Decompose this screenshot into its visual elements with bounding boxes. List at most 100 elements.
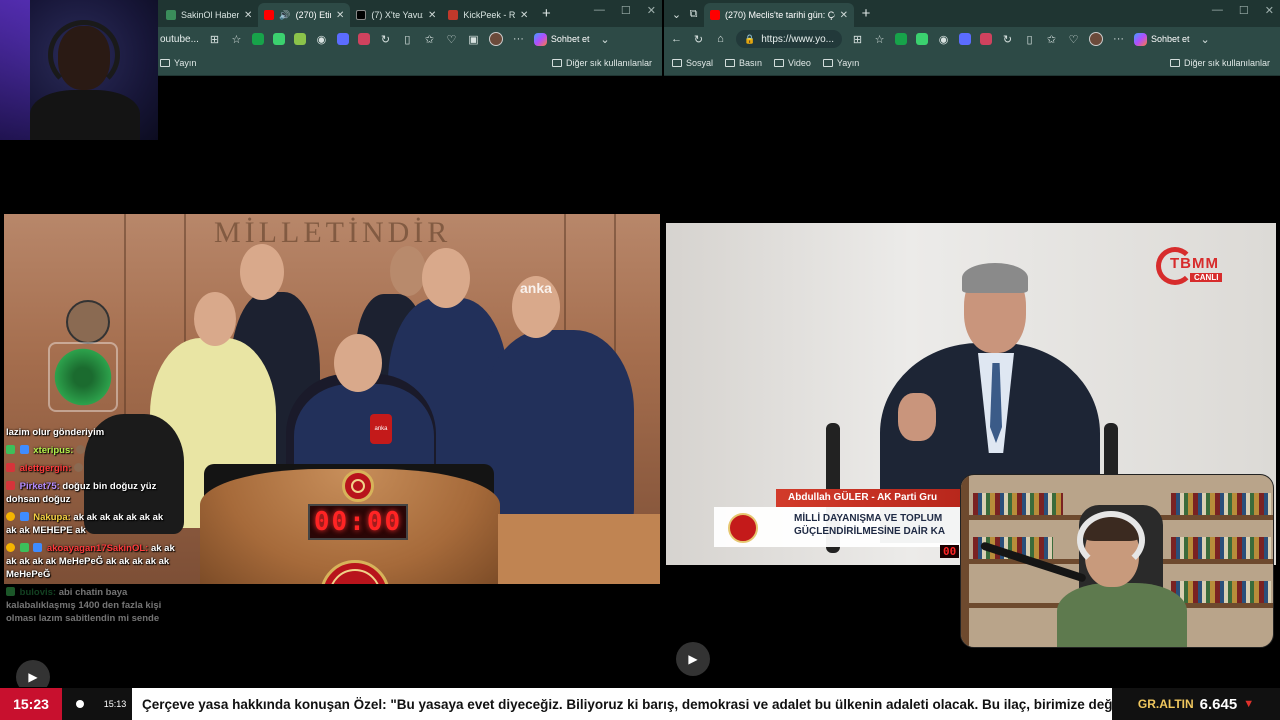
close-window-icon[interactable]: ✕ xyxy=(647,4,656,17)
folder-icon xyxy=(725,59,736,67)
extension-icon[interactable] xyxy=(895,33,908,45)
bookmark-folder-basin[interactable]: Basın xyxy=(725,58,762,68)
side-desk xyxy=(498,514,660,584)
favorites-icon[interactable]: ✩ xyxy=(1045,33,1058,46)
books xyxy=(1171,537,1271,559)
other-favorites[interactable]: Diğer sık kullanılanlar xyxy=(551,58,652,68)
tab-actions-icon[interactable]: ⌄ xyxy=(670,8,683,21)
chat-badge xyxy=(6,587,15,596)
emote-overlay xyxy=(48,342,118,412)
favorite-star-icon[interactable]: ☆ xyxy=(873,33,886,46)
bookmark-folder-yayin[interactable]: Yayın xyxy=(822,58,859,68)
refresh-extension-icon[interactable]: ↻ xyxy=(379,33,392,46)
close-icon[interactable]: ✕ xyxy=(840,10,848,21)
chevron-down-icon[interactable]: ⌄ xyxy=(598,33,611,46)
chat-overlay: lazim olur gönderiyim xteripus: alettger… xyxy=(6,426,176,630)
chevron-down-icon[interactable]: ⌄ xyxy=(1199,33,1212,46)
extension-icon[interactable] xyxy=(916,33,929,45)
chat-username: akoayagan17SakinOL: xyxy=(46,543,149,554)
speaker-icon[interactable]: 🔊 xyxy=(279,10,290,21)
screenshot-icon[interactable]: ▣ xyxy=(467,33,480,46)
chat-message: xteripus: xyxy=(6,444,176,457)
chat-badge xyxy=(6,463,15,472)
extension-icon[interactable]: ◉ xyxy=(937,33,950,46)
home-icon[interactable]: ⌂ xyxy=(714,33,727,46)
copilot-chat-button[interactable]: Sohbet et xyxy=(1134,32,1190,46)
trend-down-icon: ▼ xyxy=(1243,698,1255,710)
headset xyxy=(1077,511,1145,569)
other-favorites-label: Diğer sık kullanılanlar xyxy=(565,58,652,68)
bookmark-folder-yayin[interactable]: Yayın xyxy=(160,58,196,68)
folder-icon xyxy=(822,59,833,67)
extension-icon[interactable] xyxy=(980,33,993,45)
maximize-icon[interactable]: ☐ xyxy=(621,4,631,17)
extension-icon[interactable] xyxy=(251,33,264,45)
chat-badge xyxy=(6,512,15,521)
chat-message: Pirket75: doğuz bin doğuz yüz dohsan doğ… xyxy=(6,480,176,506)
reload-icon[interactable]: ↻ xyxy=(692,33,705,46)
sidebar-icon[interactable]: ▯ xyxy=(401,33,414,46)
maximize-icon[interactable]: ☐ xyxy=(1239,4,1249,17)
chat-message: bulovis: abi chatin baya kalabalıklaşmış… xyxy=(6,586,176,625)
youtube-icon xyxy=(264,10,275,20)
close-icon[interactable]: ✕ xyxy=(520,10,528,21)
bookmark-folder-video[interactable]: Video xyxy=(774,58,811,68)
extension-icon[interactable]: ◉ xyxy=(315,33,328,46)
copilot-chat-button[interactable]: Sohbet et xyxy=(533,32,590,46)
chat-badge xyxy=(19,543,29,552)
refresh-extension-icon[interactable]: ↻ xyxy=(1001,33,1014,46)
play-icon[interactable]: ▶ xyxy=(676,642,710,676)
address-bar[interactable]: outube... xyxy=(160,34,199,45)
new-tab-button[interactable]: + xyxy=(854,3,878,27)
favorites-icon[interactable]: ✩ xyxy=(423,33,436,46)
profile-avatar[interactable] xyxy=(488,32,503,46)
favorite-star-icon[interactable]: ☆ xyxy=(230,33,243,46)
close-icon[interactable]: ✕ xyxy=(428,10,436,21)
person-head xyxy=(240,244,284,300)
chat-username: Pirket75: xyxy=(19,481,60,492)
bookmark-label: Yayın xyxy=(174,58,197,68)
close-icon[interactable]: ✕ xyxy=(336,10,344,21)
extension-icon[interactable] xyxy=(357,33,370,45)
workspaces-icon[interactable]: ⧉ xyxy=(687,8,700,21)
speaker-hand xyxy=(898,393,936,441)
bookmark-folder-sosyal[interactable]: Sosyal xyxy=(672,58,713,68)
heart-icon[interactable]: ♡ xyxy=(1067,33,1080,46)
extension-icon[interactable] xyxy=(293,33,306,45)
chat-badge xyxy=(6,481,15,490)
more-icon[interactable]: ··· xyxy=(512,33,525,46)
chat-button-label: Sohbet et xyxy=(550,34,590,44)
rgb-light xyxy=(0,0,30,140)
minimize-icon[interactable]: — xyxy=(1212,4,1223,17)
x-logo-icon xyxy=(356,10,367,20)
heart-icon[interactable]: ♡ xyxy=(445,33,458,46)
close-window-icon[interactable]: ✕ xyxy=(1265,4,1274,17)
kickpeek-icon xyxy=(448,10,459,20)
more-icon[interactable]: ··· xyxy=(1112,33,1125,46)
address-bar[interactable]: 🔒 https://www.yo... xyxy=(736,30,843,48)
copilot-icon xyxy=(1134,32,1148,46)
new-tab-button[interactable]: + xyxy=(534,3,558,27)
books xyxy=(1171,493,1271,515)
profile-avatar[interactable] xyxy=(1089,32,1104,46)
tab-kickpeek[interactable]: KickPeek - Real ✕ xyxy=(442,3,534,27)
person-head xyxy=(390,246,426,296)
minimize-icon[interactable]: — xyxy=(594,4,605,17)
close-icon[interactable]: ✕ xyxy=(244,10,252,21)
tab-etime[interactable]: 🔊 (270) Etime ✕ xyxy=(258,3,351,27)
chat-message: lazim olur gönderiyim xyxy=(6,426,176,439)
extension-icon[interactable] xyxy=(336,33,349,45)
sidebar-icon[interactable]: ▯ xyxy=(1023,33,1036,46)
tab-x[interactable]: (7) X'te Yavuz A ✕ xyxy=(350,3,442,27)
extension-icon[interactable] xyxy=(272,33,285,45)
chat-text: ak ak ak ak ak ak ak ak ak MEHEPE ak xyxy=(6,512,164,536)
extension-icon[interactable] xyxy=(959,33,972,45)
back-arrow-icon[interactable]: ← xyxy=(670,33,683,46)
split-screen-icon[interactable]: ⊞ xyxy=(851,33,864,46)
window-controls: — ☐ ✕ xyxy=(1212,4,1274,17)
play-icon[interactable]: ▶ xyxy=(16,660,50,687)
tbmm-logo-text: TBMM xyxy=(1170,255,1219,272)
split-screen-icon[interactable]: ⊞ xyxy=(208,33,221,46)
other-favorites[interactable]: Diğer sık kullanılanlar xyxy=(1169,58,1270,68)
tab-meclis[interactable]: (270) Meclis'te tarihi gün: Çerç ✕ xyxy=(704,3,854,27)
